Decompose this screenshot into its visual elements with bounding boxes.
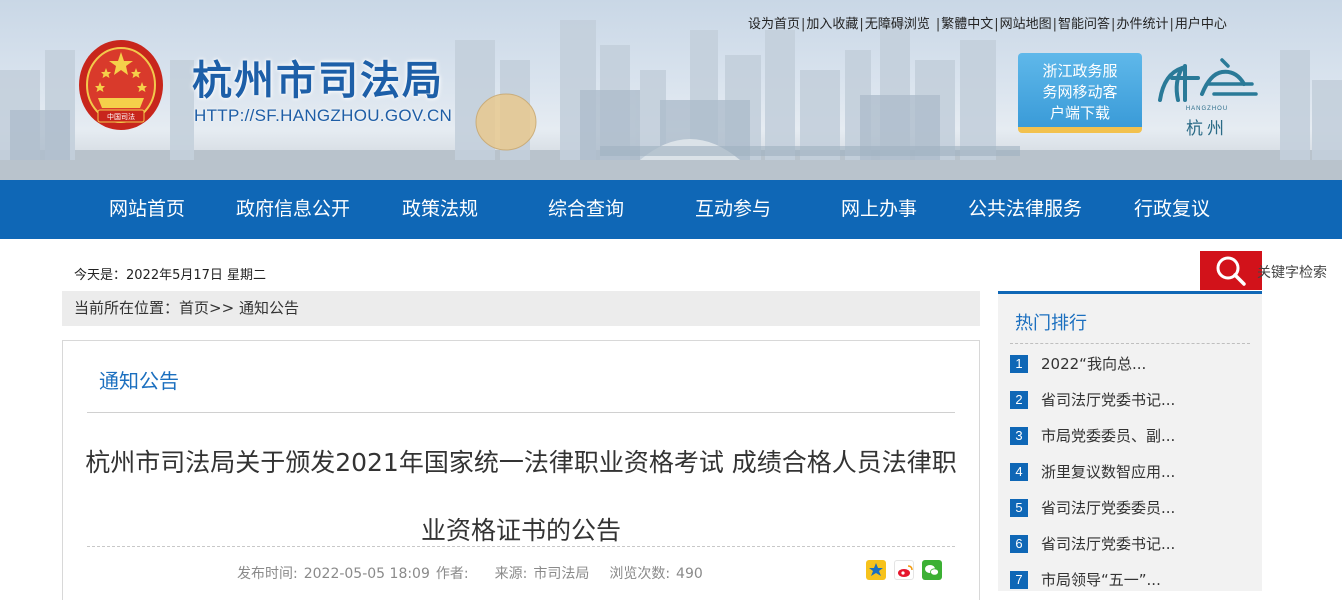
article-title: 杭州市司法局关于颁发2021年国家统一法律职业资格考试 成绩合格人员法律职业资格…	[85, 448, 957, 545]
rank-badge: 6	[1010, 535, 1028, 553]
keyword-search-label[interactable]: 关键字检索	[1257, 262, 1327, 282]
hangzhou-logo-name: 杭州	[1186, 119, 1228, 139]
publish-time-value: 2022-05-05 18:09	[303, 566, 430, 582]
divider: |	[1052, 17, 1058, 32]
site-title: 杭州市司法局	[192, 58, 444, 104]
hot-item-title: 市局党委委员、副...	[1041, 427, 1176, 445]
nav-public-legal-services[interactable]: 公共法律服务	[968, 180, 1082, 239]
rank-badge: 5	[1010, 499, 1028, 517]
main-navigation: 网站首页 政府信息公开 政策法规 综合查询 互动参与 网上办事 公共法律服务 行…	[0, 180, 1342, 239]
hot-ranking-title: 热门排行	[1015, 313, 1087, 334]
divider: |	[994, 17, 999, 32]
nav-home[interactable]: 网站首页	[109, 180, 185, 239]
today-date: 今天是：2022年5月17日 星期二	[74, 268, 267, 283]
link-user-center[interactable]: 用户中心	[1175, 17, 1227, 32]
svg-text:中国司法: 中国司法	[107, 112, 135, 121]
source-label: 来源:	[494, 566, 528, 582]
divider: |	[801, 17, 806, 32]
nav-policies-regulations[interactable]: 政策法规	[402, 180, 478, 239]
author-label: 作者:	[435, 566, 469, 582]
app-download-line-1: 浙江政务服	[1042, 62, 1118, 80]
hot-item-title: 浙里复议数智应用...	[1041, 463, 1176, 481]
breadcrumb-home-link[interactable]: 首页	[179, 299, 209, 317]
app-download-line-3: 户端下载	[1049, 104, 1110, 122]
hot-item[interactable]: 2 省司法厅党委书记...	[1010, 389, 1250, 411]
link-case-statistics[interactable]: 办件统计	[1116, 17, 1168, 32]
judicial-emblem-logo: 中国司法	[76, 38, 166, 132]
hot-item-title: 2022“我向总...	[1041, 355, 1147, 373]
hot-item[interactable]: 4 浙里复议数智应用...	[1010, 461, 1250, 483]
rank-badge: 2	[1010, 391, 1028, 409]
section-title: 通知公告	[99, 369, 179, 393]
breadcrumb-separator: >>	[209, 299, 235, 317]
link-accessibility[interactable]: 无障碍浏览	[865, 17, 930, 32]
breadcrumb: 当前所在位置：首页>> 通知公告	[62, 291, 980, 326]
hot-item[interactable]: 5 省司法厅党委委员...	[1010, 497, 1250, 519]
hangzhou-logo-subtitle: HANGZHOU	[1185, 106, 1229, 112]
publish-time-label: 发布时间:	[237, 566, 298, 582]
qzone-icon[interactable]	[866, 560, 886, 580]
hangzhou-city-logo[interactable]: HANGZHOU 杭州	[1152, 54, 1262, 139]
rank-badge: 7	[1010, 571, 1028, 589]
nav-online-services[interactable]: 网上办事	[841, 180, 917, 239]
app-download-button[interactable]: 浙江政务服 务网移动客 户端下载	[1018, 53, 1142, 133]
link-sitemap[interactable]: 网站地图	[1000, 17, 1052, 32]
hot-item-title: 市局领导“五一”...	[1041, 571, 1161, 589]
site-url: HTTP://SF.HANGZHOU.GOV.CN	[194, 106, 453, 125]
hot-item[interactable]: 7 市局领导“五一”...	[1010, 569, 1250, 591]
article-meta: 发布时间: 2022-05-05 18:09 作者: 来源: 市司法局 浏览次数: 490	[237, 563, 723, 583]
divider: |	[1169, 17, 1174, 32]
article-title-divider	[87, 546, 955, 547]
nav-government-info[interactable]: 政府信息公开	[236, 180, 350, 239]
hot-item[interactable]: 1 2022“我向总...	[1010, 353, 1250, 375]
link-traditional-chinese[interactable]: 繁體中文	[941, 17, 993, 32]
app-download-line-2: 务网移动客	[1042, 83, 1118, 101]
hot-ranking-divider	[1010, 343, 1250, 344]
search-icon	[1216, 256, 1246, 286]
hot-item-title: 省司法厅党委书记...	[1041, 391, 1176, 409]
weibo-icon[interactable]	[894, 560, 914, 580]
rank-badge: 1	[1010, 355, 1028, 373]
nav-administrative-review[interactable]: 行政复议	[1134, 180, 1210, 239]
link-set-homepage[interactable]: 设为首页	[748, 17, 800, 32]
wechat-icon[interactable]	[922, 560, 942, 580]
link-add-favorite[interactable]: 加入收藏	[806, 17, 858, 32]
article-panel: 通知公告 杭州市司法局关于颁发2021年国家统一法律职业资格考试 成绩合格人员法…	[62, 340, 980, 600]
hot-item-title: 省司法厅党委书记...	[1041, 535, 1176, 553]
hot-item-title: 省司法厅党委委员...	[1041, 499, 1176, 517]
rank-badge: 4	[1010, 463, 1028, 481]
nav-interaction[interactable]: 互动参与	[695, 180, 771, 239]
top-utility-links: 设为首页|加入收藏|无障碍浏览 |繁體中文|网站地图|智能问答|办件统计|用户中心	[748, 13, 1227, 32]
site-header-banner: 中国司法 杭州市司法局 HTTP://SF.HANGZHOU.GOV.CN 设为…	[0, 0, 1342, 180]
section-divider	[87, 412, 955, 413]
hot-item[interactable]: 3 市局党委委员、副...	[1010, 425, 1250, 447]
hot-item[interactable]: 6 省司法厅党委书记...	[1010, 533, 1250, 555]
hangzhou-logo-mark-icon	[1158, 58, 1258, 102]
views-value: 490	[676, 566, 703, 582]
search-button[interactable]	[1200, 251, 1262, 290]
divider: |	[859, 17, 864, 32]
hot-ranking-panel: 热门排行 1 2022“我向总... 2 省司法厅党委书记... 3 市局党委委员、副…	[998, 291, 1262, 591]
divider: |	[1111, 17, 1116, 32]
breadcrumb-current-link[interactable]: 通知公告	[239, 299, 299, 317]
views-label: 浏览次数:	[609, 566, 671, 582]
nav-comprehensive-query[interactable]: 综合查询	[548, 180, 624, 239]
rank-badge: 3	[1010, 427, 1028, 445]
divider: |	[935, 17, 941, 32]
breadcrumb-prefix: 当前所在位置：	[74, 299, 180, 317]
source-value: 市司法局	[533, 566, 590, 582]
link-smart-qa[interactable]: 智能问答	[1058, 17, 1110, 32]
